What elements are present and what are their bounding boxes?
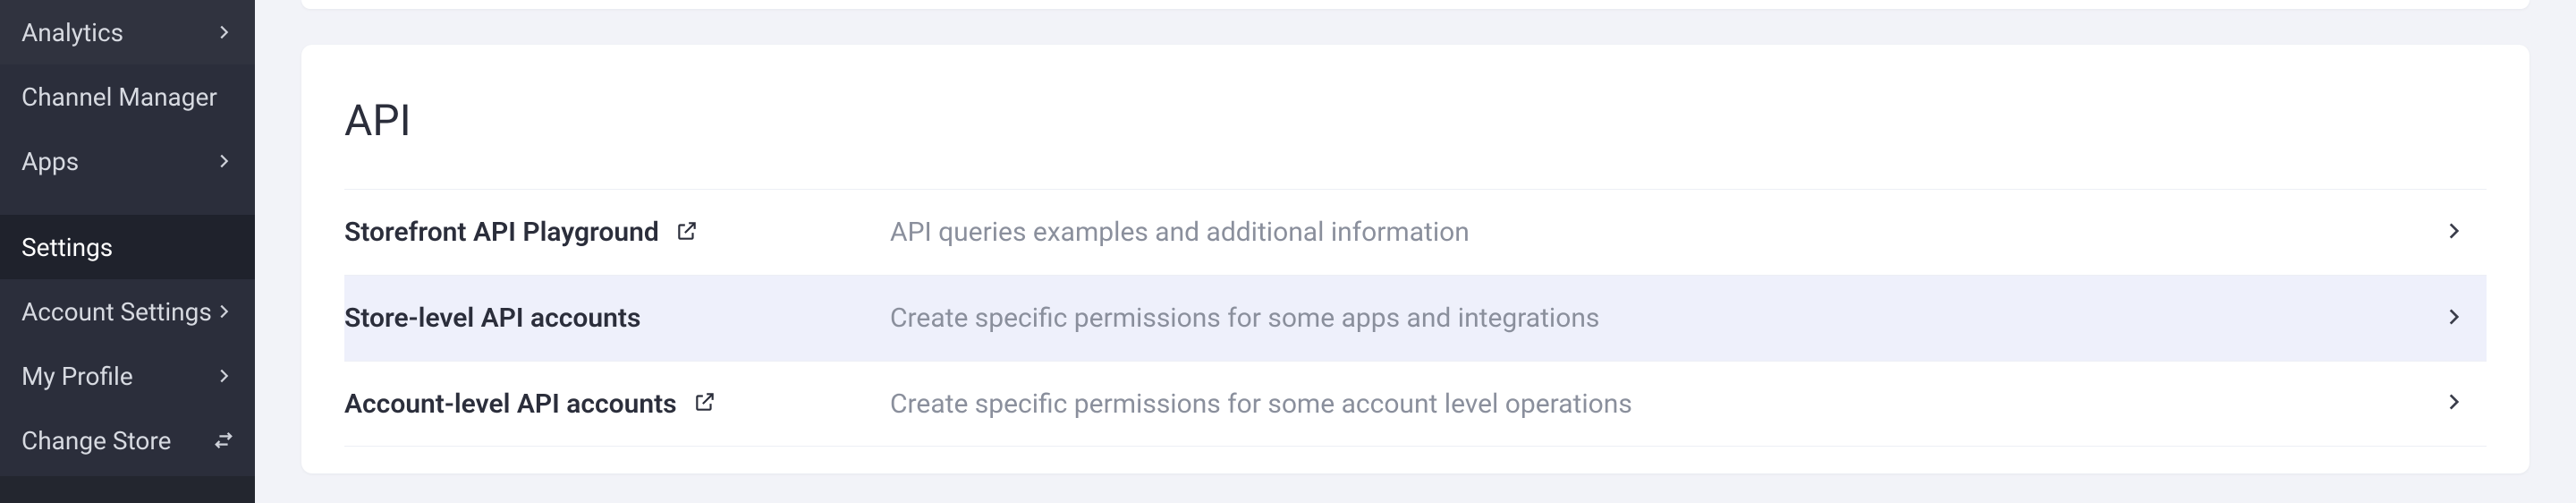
row-account-level-api-accounts[interactable]: Account-level API accounts Create specif… (344, 361, 2487, 447)
row-title-wrap: Store-level API accounts (344, 303, 890, 334)
sidebar-item-label: Channel Manager (21, 82, 217, 112)
api-list: Storefront API Playground API queries ex… (344, 189, 2487, 447)
row-desc: Create specific permissions for some acc… (890, 388, 2442, 420)
card-title: API (344, 95, 2487, 146)
chevron-right-icon (2442, 305, 2465, 332)
chevron-right-icon (214, 22, 233, 42)
row-title: Account-level API accounts (344, 388, 677, 420)
main-content: API Storefront API Playground API querie… (255, 0, 2576, 503)
external-link-icon (693, 390, 716, 417)
chevron-right-icon (214, 302, 233, 321)
sidebar-item-label: Change Store (21, 426, 171, 456)
app-root: Analytics Channel Manager Apps Settings … (0, 0, 2576, 503)
api-card: API Storefront API Playground API querie… (301, 45, 2529, 473)
sidebar-item-channel-manager[interactable]: Channel Manager (0, 64, 255, 129)
sidebar-item-my-profile[interactable]: My Profile (0, 344, 255, 408)
sidebar-footer-edge (0, 476, 255, 503)
chevron-right-icon (214, 366, 233, 386)
row-title: Storefront API Playground (344, 217, 659, 248)
sidebar-spacer (0, 193, 255, 215)
sidebar-item-label: Settings (21, 233, 113, 262)
sidebar-item-label: Apps (21, 147, 79, 176)
row-title-wrap: Account-level API accounts (344, 388, 890, 420)
row-title-wrap: Storefront API Playground (344, 217, 890, 248)
chevron-right-icon (2442, 390, 2465, 417)
sidebar-item-change-store[interactable]: Change Store (0, 408, 255, 473)
sidebar-item-apps[interactable]: Apps (0, 129, 255, 193)
row-storefront-api-playground[interactable]: Storefront API Playground API queries ex… (344, 189, 2487, 275)
chevron-right-icon (214, 151, 233, 171)
swap-icon (214, 431, 233, 450)
previous-card-edge (301, 0, 2529, 9)
sidebar-item-analytics[interactable]: Analytics (0, 0, 255, 64)
sidebar-item-label: My Profile (21, 362, 133, 391)
row-desc: API queries examples and additional info… (890, 217, 2442, 248)
sidebar-item-settings[interactable]: Settings (0, 215, 255, 279)
external-link-icon (675, 219, 699, 246)
chevron-right-icon (2442, 219, 2465, 246)
sidebar: Analytics Channel Manager Apps Settings … (0, 0, 255, 503)
row-desc: Create specific permissions for some app… (890, 303, 2442, 334)
sidebar-item-account-settings[interactable]: Account Settings (0, 279, 255, 344)
sidebar-item-label: Account Settings (21, 297, 212, 327)
row-store-level-api-accounts[interactable]: Store-level API accounts Create specific… (344, 275, 2487, 361)
row-title: Store-level API accounts (344, 303, 640, 334)
sidebar-item-label: Analytics (21, 18, 123, 47)
